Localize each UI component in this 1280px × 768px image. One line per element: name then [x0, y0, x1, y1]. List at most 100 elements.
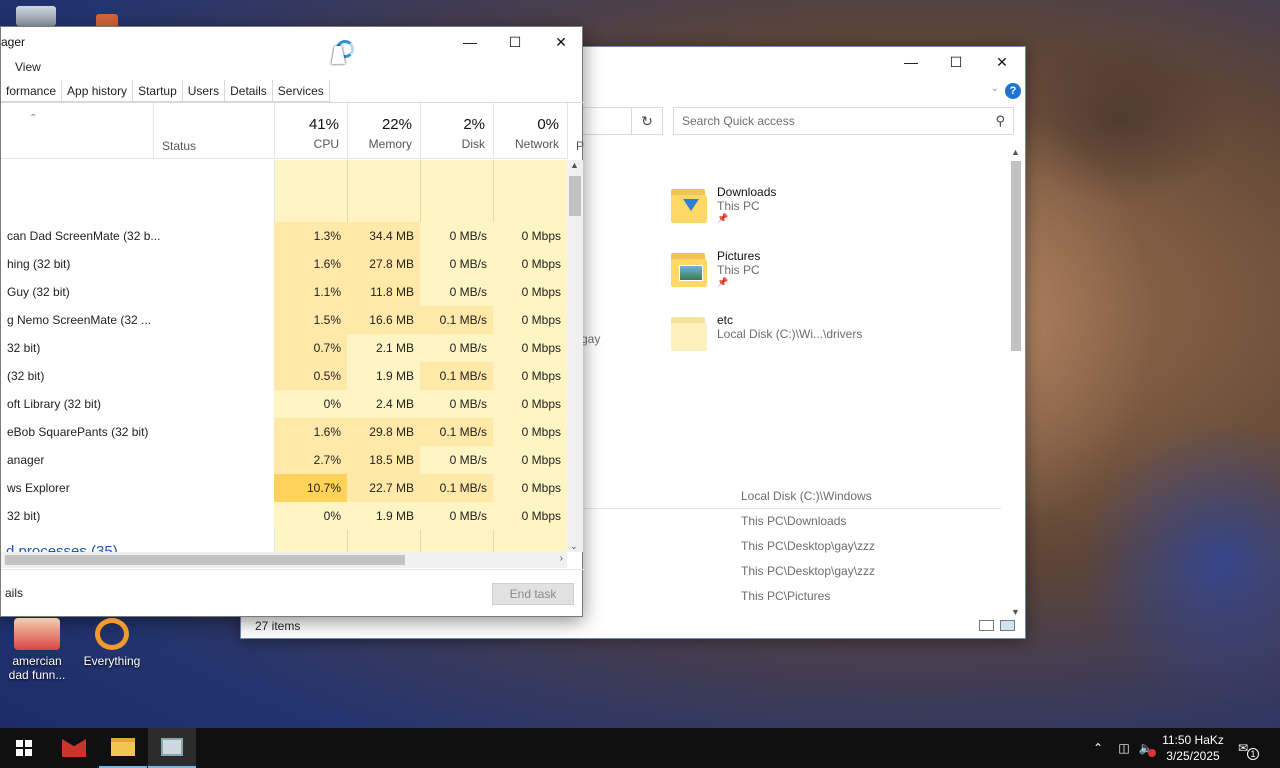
- recent-file-path[interactable]: This PC\Desktop\gay\zzz: [741, 564, 875, 578]
- column-memory[interactable]: 22% Memory: [347, 103, 420, 159]
- desktop-icon-label: amercian dad funn...: [8, 654, 66, 682]
- help-icon[interactable]: ?: [1005, 83, 1021, 99]
- tab-strip: formance App history Startup Users Detai…: [1, 80, 331, 102]
- vertical-scrollbar[interactable]: ▲ ⌄: [567, 160, 583, 552]
- close-icon[interactable]: ✕: [538, 27, 584, 57]
- tab-users[interactable]: Users: [183, 80, 226, 102]
- large-icons-view-icon[interactable]: [1000, 620, 1015, 631]
- recent-file-path[interactable]: This PC\Downloads: [741, 514, 846, 528]
- sort-chevron-icon[interactable]: ⌃: [29, 113, 37, 124]
- process-name: (32 bit): [7, 369, 45, 383]
- table-row[interactable]: Guy (32 bit) 1.1% 11.8 MB 0 MB/s 0 Mbps: [1, 278, 567, 306]
- recent-file-path[interactable]: Local Disk (C:)\Windows: [741, 489, 872, 503]
- scroll-up-icon[interactable]: ▲: [1011, 147, 1020, 157]
- taskbar-clock[interactable]: 11:50 HaKz 3/25/2025: [1160, 732, 1226, 764]
- scroll-up-icon[interactable]: ▲: [570, 160, 579, 170]
- scroll-down-icon[interactable]: ⌄: [570, 541, 578, 552]
- task-manager-window[interactable]: ager — ☐ ✕ View formance App history Sta…: [0, 26, 584, 617]
- network-icon[interactable]: ◫: [1112, 741, 1136, 755]
- end-task-button[interactable]: End task: [492, 583, 574, 605]
- vertical-scrollbar[interactable]: ▲ ▼: [1009, 147, 1023, 617]
- table-row[interactable]: 32 bit) 0.7% 2.1 MB 0 MB/s 0 Mbps: [1, 334, 567, 362]
- cell-net: 0 Mbps: [493, 334, 567, 362]
- maximize-icon[interactable]: ☐: [492, 27, 538, 57]
- close-icon[interactable]: ✕: [979, 47, 1025, 77]
- cpu-total: 41%: [308, 116, 339, 133]
- background-processes-header[interactable]: d processes (35): [6, 543, 118, 552]
- tab-services[interactable]: Services: [273, 80, 330, 102]
- window-title: ager: [1, 35, 26, 49]
- cell-mem: 2.1 MB: [347, 334, 420, 362]
- action-center[interactable]: ✉ 1: [1238, 728, 1259, 768]
- menu-view[interactable]: View: [15, 60, 41, 74]
- fewer-details-link[interactable]: ails: [5, 586, 23, 600]
- taskbar-file-explorer[interactable]: [99, 728, 147, 768]
- quick-access-etc[interactable]: etc Local Disk (C:)\Wi...\drivers: [671, 313, 862, 351]
- table-row[interactable]: 32 bit) 0% 1.9 MB 0 MB/s 0 Mbps: [1, 502, 567, 530]
- search-placeholder: Search Quick access: [682, 114, 795, 128]
- recycle-bin-icon[interactable]: [16, 6, 56, 26]
- scroll-right-icon[interactable]: ›: [560, 553, 563, 564]
- column-label: Disk: [461, 137, 485, 151]
- cell-net: 0 Mbps: [493, 474, 567, 502]
- task-manager-icon: [161, 738, 183, 756]
- column-label: Memory: [368, 137, 412, 151]
- table-row[interactable]: eBob SquarePants (32 bit) 1.6% 29.8 MB 0.1 …: [1, 418, 567, 446]
- scrollbar-thumb[interactable]: [569, 176, 581, 216]
- table-row[interactable]: anager 2.7% 18.5 MB 0 MB/s 0 Mbps: [1, 446, 567, 474]
- refresh-icon[interactable]: ↻: [631, 107, 663, 135]
- details-view-icon[interactable]: [979, 620, 994, 631]
- tab-details[interactable]: Details: [225, 80, 273, 102]
- quick-access-pictures[interactable]: Pictures This PC 📌: [671, 249, 760, 288]
- column-disk[interactable]: 2% Disk: [420, 103, 493, 159]
- tab-app-history[interactable]: App history: [62, 80, 134, 102]
- scrollbar-thumb[interactable]: [1011, 161, 1021, 351]
- table-row[interactable]: (32 bit) 0.5% 1.9 MB 0.1 MB/s 0 Mbps: [1, 362, 567, 390]
- cell-mem: 11.8 MB: [347, 278, 420, 306]
- column-status[interactable]: Status: [153, 103, 274, 159]
- cell-cpu: 0%: [274, 390, 347, 418]
- scrollbar-thumb[interactable]: [5, 555, 405, 565]
- cell-mem: 18.5 MB: [347, 446, 420, 474]
- minimize-icon[interactable]: —: [447, 27, 493, 57]
- quick-access-downloads[interactable]: Downloads This PC 📌: [671, 185, 776, 224]
- tab-startup[interactable]: Startup: [133, 80, 183, 102]
- column-power[interactable]: P: [567, 103, 584, 159]
- desktop-icon-amercian-dad[interactable]: amercian dad funn...: [2, 618, 72, 682]
- show-hidden-icons-icon[interactable]: ⌃: [1090, 741, 1106, 755]
- tab-performance[interactable]: formance: [1, 80, 63, 102]
- table-row[interactable]: g Nemo ScreenMate (32 ... 1.5% 16.6 MB 0.1 …: [1, 306, 567, 334]
- table-row[interactable]: oft Library (32 bit) 0% 2.4 MB 0 MB/s 0 Mbps: [1, 390, 567, 418]
- minimize-icon[interactable]: —: [888, 47, 934, 77]
- notification-icon: ✉ 1: [1238, 741, 1259, 760]
- chevron-down-icon[interactable]: ⌄: [991, 83, 999, 94]
- everything-search-icon: [95, 618, 129, 650]
- item-name: Downloads: [717, 185, 777, 199]
- column-label: P: [576, 139, 585, 153]
- item-name: Pictures: [717, 249, 761, 263]
- cell-net: 0 Mbps: [493, 278, 567, 306]
- recent-file-path[interactable]: This PC\Desktop\gay\zzz: [741, 539, 875, 553]
- cell-net: 0 Mbps: [493, 362, 567, 390]
- process-name: can Dad ScreenMate (32 b...: [7, 229, 161, 243]
- column-label: Network: [514, 137, 559, 151]
- status-bar: 27 items: [241, 614, 1025, 638]
- column-network[interactable]: 0% Network: [493, 103, 567, 159]
- volume-muted-icon[interactable]: 🔈: [1136, 741, 1156, 757]
- cell-mem: 1.9 MB: [347, 362, 420, 390]
- cell-disk: 0.1 MB/s: [420, 474, 493, 502]
- recent-file-path[interactable]: This PC\Pictures: [741, 589, 830, 603]
- desktop-icon-everything[interactable]: Everything: [77, 618, 147, 668]
- cell-net: 0 Mbps: [493, 390, 567, 418]
- taskbar-app-red[interactable]: [50, 728, 98, 768]
- taskbar-task-manager[interactable]: [148, 728, 196, 768]
- maximize-icon[interactable]: ☐: [933, 47, 979, 77]
- table-row[interactable]: ws Explorer 10.7% 22.7 MB 0.1 MB/s 0 Mbps: [1, 474, 567, 502]
- column-cpu[interactable]: 41% CPU: [274, 103, 347, 159]
- table-row[interactable]: can Dad ScreenMate (32 b... 1.3% 34.4 MB 0 …: [1, 222, 567, 250]
- desktop-icon-label: Everything: [83, 654, 141, 668]
- start-button[interactable]: [0, 728, 48, 768]
- table-row[interactable]: hing (32 bit) 1.6% 27.8 MB 0 MB/s 0 Mbps: [1, 250, 567, 278]
- horizontal-scrollbar[interactable]: ›: [1, 552, 567, 568]
- search-input[interactable]: Search Quick access ⚲: [673, 107, 1014, 135]
